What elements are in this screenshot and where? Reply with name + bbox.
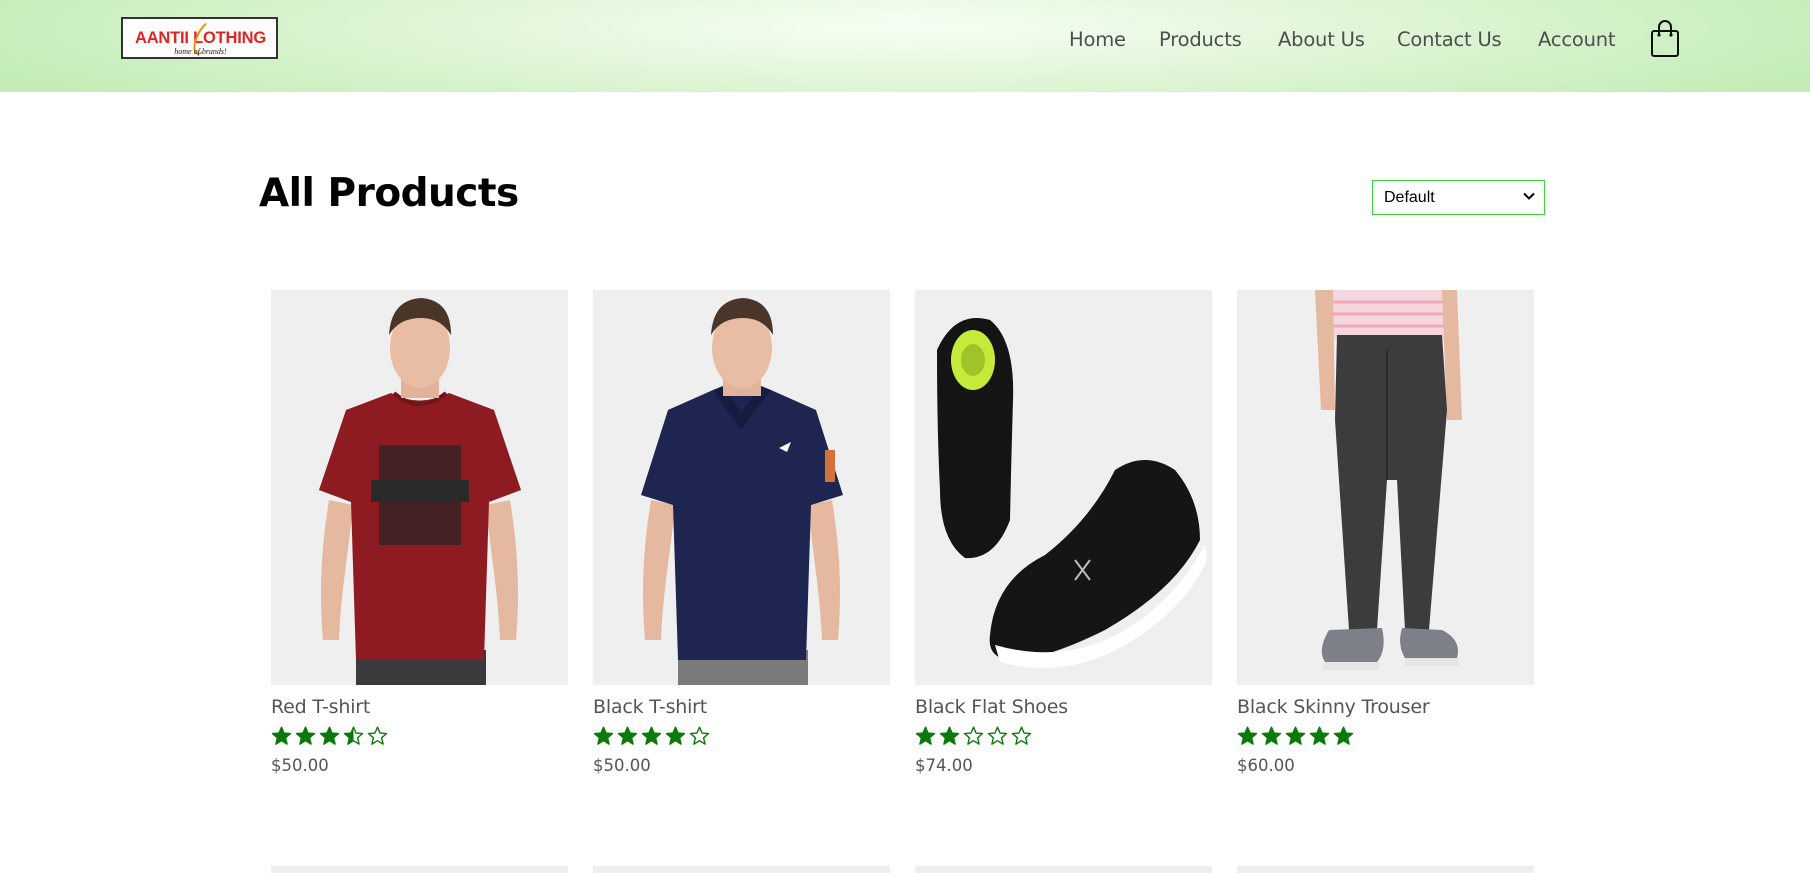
sort-selected-value: Default <box>1384 189 1435 206</box>
star-full-icon <box>593 726 614 745</box>
product-name[interactable]: Black Flat Shoes <box>915 696 1068 718</box>
product-card[interactable]: Red T-shirt $50.00 <box>271 290 568 775</box>
star-full-icon <box>1261 726 1282 745</box>
product-card-next-row[interactable] <box>1237 866 1534 873</box>
star-empty-icon <box>367 726 388 745</box>
sort-select[interactable]: Default <box>1372 180 1545 215</box>
product-price: $60.00 <box>1237 756 1295 775</box>
star-full-icon <box>617 726 638 745</box>
star-empty-icon <box>987 726 1008 745</box>
star-empty-icon <box>963 726 984 745</box>
star-empty-icon <box>689 726 710 745</box>
star-full-icon <box>295 726 316 745</box>
star-full-icon <box>271 726 292 745</box>
shopping-bag-icon[interactable] <box>1650 18 1680 58</box>
nav-home[interactable]: Home <box>1069 28 1126 51</box>
product-card[interactable]: Black Flat Shoes $74.00 <box>915 290 1212 775</box>
nav-contact-us[interactable]: Contact Us <box>1397 28 1502 51</box>
star-full-icon <box>915 726 936 745</box>
product-name[interactable]: Red T-shirt <box>271 696 370 718</box>
star-full-icon <box>665 726 686 745</box>
star-full-icon <box>1237 726 1258 745</box>
star-full-icon <box>939 726 960 745</box>
star-empty-icon <box>1011 726 1032 745</box>
product-card-next-row[interactable] <box>915 866 1212 873</box>
product-card[interactable]: Black Skinny Trouser $60.00 <box>1237 290 1534 775</box>
star-full-icon <box>1309 726 1330 745</box>
brand-logo[interactable]: AANTII LOTHING home of brands! <box>121 17 278 59</box>
nav-account[interactable]: Account <box>1538 28 1616 51</box>
star-full-icon <box>319 726 340 745</box>
product-card-next-row[interactable] <box>271 866 568 873</box>
star-full-icon <box>1333 726 1354 745</box>
chevron-down-icon <box>1523 192 1535 200</box>
header-navbar: AANTII LOTHING home of brands! Home Prod… <box>0 0 1810 92</box>
star-full-icon <box>1285 726 1306 745</box>
product-price: $50.00 <box>271 756 329 775</box>
star-full-icon <box>641 726 662 745</box>
product-card-next-row[interactable] <box>593 866 890 873</box>
product-name[interactable]: Black T-shirt <box>593 696 707 718</box>
product-image[interactable] <box>593 290 890 685</box>
product-price: $50.00 <box>593 756 651 775</box>
product-price: $74.00 <box>915 756 973 775</box>
nav-about-us[interactable]: About Us <box>1278 28 1365 51</box>
product-image[interactable] <box>915 290 1212 685</box>
nav-products[interactable]: Products <box>1159 28 1242 51</box>
logo-tagline: home of brands! <box>174 47 227 56</box>
product-name[interactable]: Black Skinny Trouser <box>1237 696 1430 718</box>
product-image[interactable] <box>1237 290 1534 685</box>
product-card[interactable]: Black T-shirt $50.00 <box>593 290 890 775</box>
product-image[interactable] <box>271 290 568 685</box>
page-title: All Products <box>259 171 519 216</box>
star-half-icon <box>343 726 364 745</box>
